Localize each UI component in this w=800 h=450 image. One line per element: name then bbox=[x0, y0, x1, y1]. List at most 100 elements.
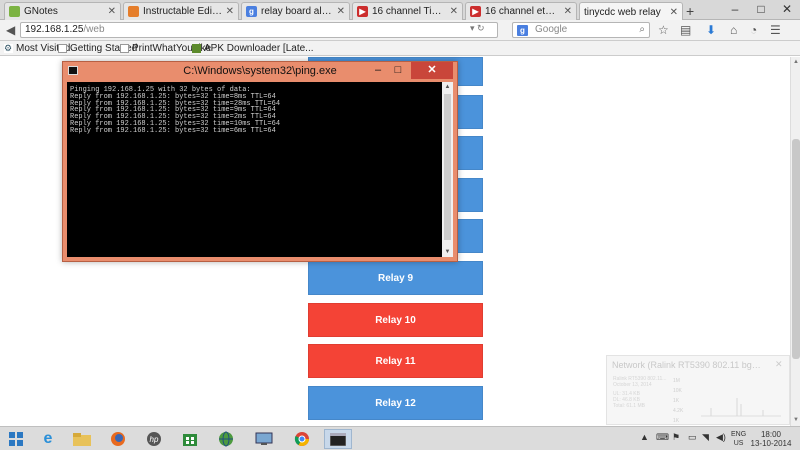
search-input[interactable]: g Google ⌕ bbox=[512, 22, 650, 38]
language-indicator[interactable]: ENG US bbox=[731, 430, 746, 448]
taskbar-file-explorer[interactable] bbox=[68, 429, 96, 449]
axis-label: 1K bbox=[673, 418, 680, 424]
tab-relay-aliexpress[interactable]: g relay board aliexpress - ... ✕ bbox=[241, 2, 350, 20]
taskbar-chrome[interactable] bbox=[288, 429, 316, 449]
tab-tinycdc-web-relay[interactable]: tinycdc web relay ✕ bbox=[579, 2, 683, 21]
windows-logo-icon bbox=[9, 432, 23, 446]
scroll-down-icon[interactable]: ▼ bbox=[792, 416, 800, 424]
bookmark-apk-downloader[interactable]: APK Downloader [Late... bbox=[192, 43, 314, 54]
tab-ethernet-relay[interactable]: ▶ 16 channel ethernet Net... ✕ bbox=[465, 2, 577, 20]
axis-label: 1K bbox=[673, 398, 680, 404]
url-host: 192.168.1.25 bbox=[25, 24, 84, 35]
action-center-flag-icon[interactable]: ⚑ bbox=[672, 432, 680, 443]
console-output: Pinging 192.168.1.25 with 32 bytes of da… bbox=[67, 82, 453, 257]
taskbar-store[interactable] bbox=[176, 429, 204, 449]
tab-timer-relay[interactable]: ▶ 16 channel Timer relay ... ✕ bbox=[352, 2, 463, 20]
start-button[interactable] bbox=[2, 429, 30, 449]
back-arrow-icon[interactable]: ◀ bbox=[6, 23, 15, 37]
close-tab-icon[interactable]: ✕ bbox=[226, 6, 234, 17]
address-bar[interactable]: 192.168.1.25/web bbox=[20, 22, 498, 38]
relay-9-button[interactable]: Relay 9 bbox=[308, 261, 483, 295]
close-icon[interactable]: ✕ bbox=[775, 359, 783, 370]
close-tab-icon[interactable]: ✕ bbox=[337, 6, 345, 17]
wifi-signal-icon[interactable]: ◥ bbox=[702, 432, 709, 443]
tab-label: tinycdc web relay bbox=[584, 6, 661, 18]
home-icon[interactable]: ⌂ bbox=[730, 23, 737, 37]
console-scroll-thumb[interactable] bbox=[444, 94, 451, 240]
gnotes-icon bbox=[9, 6, 20, 17]
console-text: Pinging 192.168.1.25 with 32 bytes of da… bbox=[70, 86, 281, 135]
windows-taskbar: e hp ▲ ⌨ ⚑ ▭ ◥ ◀) ENG US 18:00 13-10-201… bbox=[0, 426, 800, 450]
taskbar-remote-desktop[interactable] bbox=[250, 429, 278, 449]
network-graph-axis: 1M 10K 1K 4.2K 1K bbox=[673, 376, 683, 426]
close-window-button[interactable]: ✕ bbox=[774, 0, 800, 20]
tab-instructable-editor[interactable]: Instructable Editor ✕ bbox=[123, 2, 239, 20]
battery-icon[interactable]: ▭ bbox=[688, 432, 697, 443]
taskbar-command-prompt[interactable] bbox=[324, 429, 352, 449]
taskbar-network-app[interactable] bbox=[212, 429, 240, 449]
clock-date: 13-10-2014 bbox=[750, 439, 792, 448]
remote-desktop-icon bbox=[255, 432, 273, 445]
google-search-icon[interactable]: g bbox=[517, 25, 528, 36]
close-tab-icon[interactable]: ✕ bbox=[450, 6, 458, 17]
network-widget-title: Network (Ralink RT5390 802.11 bgn Wi... bbox=[612, 360, 762, 370]
youtube-icon: ▶ bbox=[470, 6, 481, 17]
language-code: ENG bbox=[731, 431, 747, 438]
keyboard-icon[interactable]: ⌨ bbox=[656, 432, 669, 443]
scroll-up-icon[interactable]: ▲ bbox=[442, 82, 453, 92]
bookmark-label: APK Downloader [Late... bbox=[204, 43, 314, 54]
network-globe-icon bbox=[219, 431, 233, 447]
volume-icon[interactable]: ◀) bbox=[716, 432, 726, 443]
tab-label: 16 channel ethernet Net... bbox=[485, 6, 561, 17]
relay-10-button[interactable]: Relay 10 bbox=[308, 303, 483, 337]
page-icon bbox=[58, 44, 67, 53]
taskbar-firefox[interactable] bbox=[104, 429, 132, 449]
minimize-button[interactable]: – bbox=[722, 0, 748, 20]
ping-console-window[interactable]: C:\Windows\system32\ping.exe – □ ✕ Pingi… bbox=[62, 61, 458, 262]
tab-label: 16 channel Timer relay ... bbox=[372, 6, 447, 17]
tab-strip: GNotes ✕ Instructable Editor ✕ g relay b… bbox=[0, 0, 800, 21]
svg-text:hp: hp bbox=[150, 435, 159, 444]
system-clock[interactable]: 18:00 13-10-2014 bbox=[748, 430, 794, 448]
instructables-icon bbox=[128, 6, 139, 17]
console-minimize-button[interactable]: – bbox=[369, 62, 387, 80]
page-scrollbar[interactable]: ▲ ▼ bbox=[790, 57, 800, 426]
youtube-icon: ▶ bbox=[357, 6, 368, 17]
file-explorer-icon bbox=[73, 433, 91, 446]
google-icon: g bbox=[246, 6, 257, 17]
reload-icon[interactable]: ▾ ↻ bbox=[470, 23, 485, 34]
axis-label: 10K bbox=[673, 388, 682, 394]
show-hidden-icons-icon[interactable]: ▲ bbox=[640, 432, 649, 442]
android-icon bbox=[192, 44, 201, 53]
scroll-down-icon[interactable]: ▼ bbox=[442, 247, 453, 257]
console-close-button[interactable]: ✕ bbox=[411, 62, 453, 79]
maximize-button[interactable]: □ bbox=[748, 0, 774, 20]
new-tab-button[interactable]: + bbox=[686, 3, 694, 19]
addon-icon[interactable]: ◔ bbox=[750, 23, 757, 37]
download-icon[interactable]: ⬇ bbox=[706, 23, 716, 37]
axis-label: 1M bbox=[673, 378, 680, 384]
search-icon[interactable]: ⌕ bbox=[639, 23, 645, 37]
scroll-thumb[interactable] bbox=[792, 139, 800, 359]
axis-label: 4.2K bbox=[673, 408, 684, 414]
close-tab-icon[interactable]: ✕ bbox=[564, 6, 572, 17]
console-maximize-button[interactable]: □ bbox=[389, 62, 407, 80]
relay-11-button[interactable]: Relay 11 bbox=[308, 344, 483, 378]
tab-label: GNotes bbox=[24, 6, 58, 17]
console-scrollbar[interactable]: ▲ ▼ bbox=[442, 82, 453, 257]
menu-icon[interactable]: ☰ bbox=[770, 23, 781, 37]
url-path: /web bbox=[83, 24, 105, 35]
clipboard-icon[interactable]: ▤ bbox=[680, 23, 691, 37]
scroll-up-icon[interactable]: ▲ bbox=[792, 58, 800, 66]
search-placeholder: Google bbox=[535, 24, 568, 35]
network-detail-line: October 13, 2014 bbox=[613, 382, 652, 388]
network-traffic-graph bbox=[701, 398, 781, 417]
tab-gnotes[interactable]: GNotes ✕ bbox=[4, 2, 121, 20]
taskbar-hp[interactable]: hp bbox=[140, 429, 168, 449]
relay-12-button[interactable]: Relay 12 bbox=[308, 386, 483, 420]
close-tab-icon[interactable]: ✕ bbox=[108, 6, 116, 17]
taskbar-internet-explorer[interactable]: e bbox=[34, 429, 62, 449]
tab-label: Instructable Editor bbox=[143, 6, 223, 17]
star-icon[interactable]: ☆ bbox=[658, 23, 669, 37]
close-tab-icon[interactable]: ✕ bbox=[670, 7, 678, 18]
